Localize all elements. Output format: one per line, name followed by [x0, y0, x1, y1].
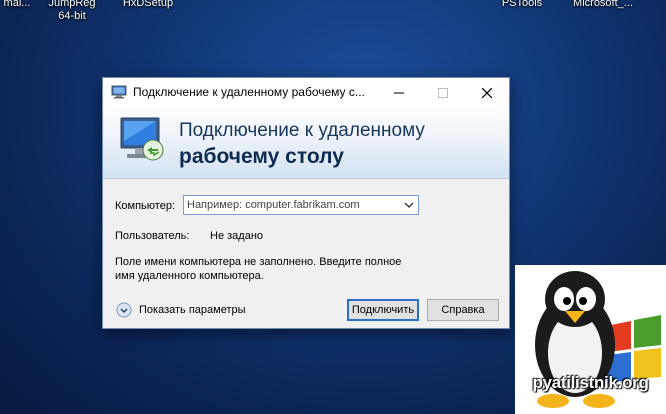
banner-title-line2: рабочему столу — [179, 145, 344, 168]
connect-button[interactable]: Подключить — [347, 299, 419, 321]
computer-label: Компьютер: — [115, 200, 175, 212]
minimize-icon — [394, 92, 404, 94]
close-icon — [481, 87, 493, 99]
rdp-dialog: Подключение к удаленному рабочему с... П… — [102, 77, 510, 329]
help-button[interactable]: Справка — [427, 299, 499, 321]
remote-desktop-icon — [111, 85, 127, 99]
computer-combobox[interactable] — [183, 195, 419, 215]
desktop-icon-pstools[interactable]: PSTools — [500, 0, 544, 10]
site-logo: pyatilistnik.org — [515, 265, 666, 414]
banner-title-line1: Подключение к удаленному — [179, 120, 425, 141]
expand-options-icon[interactable] — [116, 302, 132, 318]
close-button[interactable] — [465, 78, 509, 106]
computer-input[interactable] — [187, 198, 395, 212]
window-title: Подключение к удаленному рабочему с... — [133, 85, 365, 99]
desktop-icon-hxdsetup[interactable]: HxDSetup — [116, 0, 180, 10]
desktop-icon-jumpreg[interactable]: JumpReg 64-bit — [44, 0, 100, 23]
title-bar[interactable]: Подключение к удаленному рабочему с... — [103, 78, 509, 106]
chevron-down-icon[interactable] — [401, 197, 417, 213]
desktop-icon-label-1[interactable]: mal... — [0, 0, 34, 10]
user-label: Пользователь: — [115, 230, 190, 242]
maximize-button[interactable] — [421, 78, 465, 106]
watermark-text: pyatilistnik.org — [532, 373, 649, 392]
user-value: Не задано — [210, 230, 264, 242]
remote-desktop-monitor-icon — [120, 117, 164, 161]
maximize-icon — [438, 88, 448, 99]
show-options-link[interactable]: Показать параметры — [139, 304, 246, 316]
header-banner: Подключение к удаленному рабочему столу — [103, 106, 509, 179]
minimize-button[interactable] — [377, 78, 421, 106]
desktop-icon-microsoft[interactable]: Microsoft_... — [566, 0, 640, 10]
hint-text: Поле имени компьютера не заполнено. Введ… — [115, 256, 402, 282]
